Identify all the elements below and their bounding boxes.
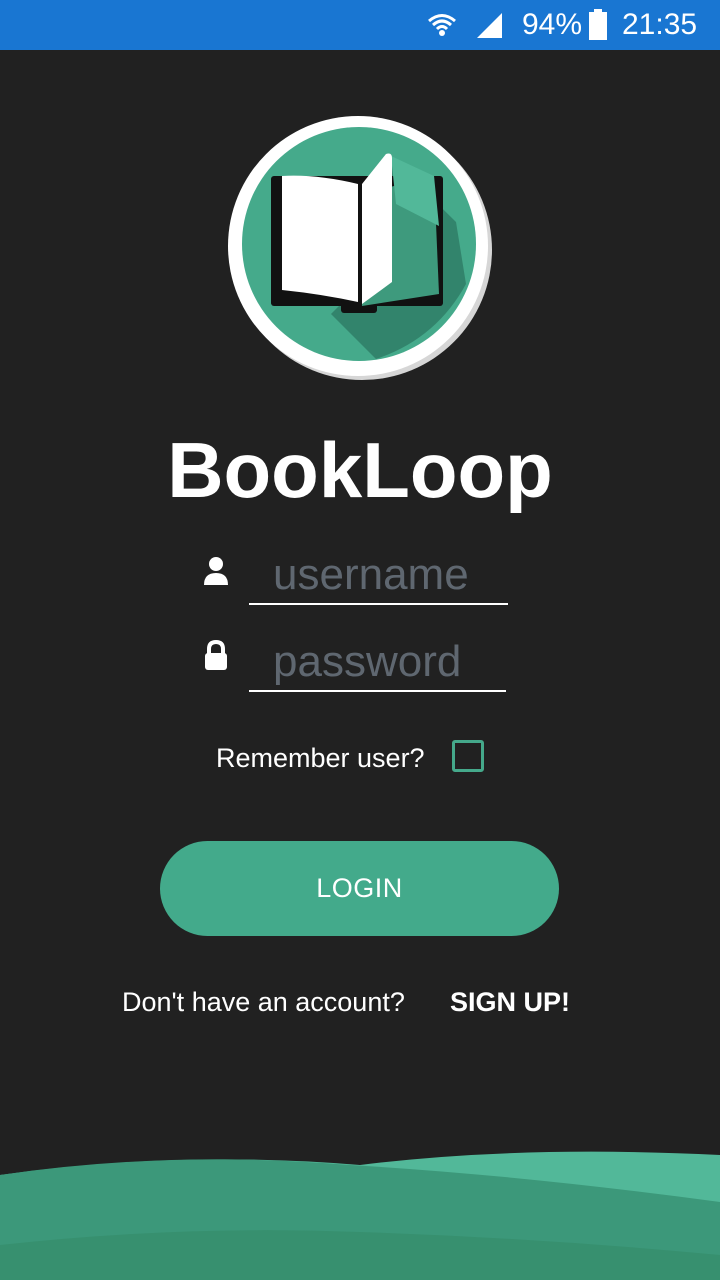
- wifi-icon: [427, 0, 457, 50]
- lock-icon: [203, 639, 229, 677]
- username-input[interactable]: [249, 547, 508, 605]
- signup-prompt: Don't have an account?: [122, 987, 405, 1017]
- battery-icon: [588, 0, 608, 50]
- status-bar: 94% 21:35: [0, 0, 720, 50]
- clock: 21:35: [622, 8, 698, 41]
- app-title: BookLoop: [167, 426, 553, 514]
- login-button[interactable]: LOGIN: [160, 841, 559, 936]
- remember-user-checkbox[interactable]: [452, 740, 484, 772]
- battery-percent: 94%: [522, 8, 583, 41]
- signal-icon: [474, 0, 504, 50]
- book-icon: [228, 116, 492, 380]
- signup-link[interactable]: SIGN UP!: [450, 984, 570, 1020]
- user-icon: [203, 556, 229, 591]
- decorative-waves: [0, 1151, 720, 1280]
- remember-user-label: Remember user?: [216, 743, 425, 773]
- password-input[interactable]: [249, 634, 506, 692]
- login-button-label: LOGIN: [316, 873, 403, 903]
- app-logo: [226, 114, 494, 382]
